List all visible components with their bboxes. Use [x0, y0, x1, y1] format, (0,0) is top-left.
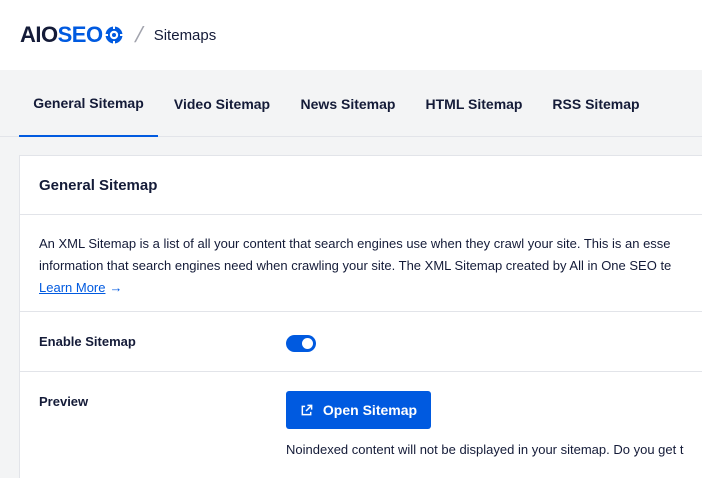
logo-suffix: SEO — [57, 22, 103, 47]
tab-rss-sitemap[interactable]: RSS Sitemap — [546, 70, 646, 137]
enable-sitemap-row: Enable Sitemap — [20, 311, 702, 371]
external-link-icon — [301, 404, 313, 415]
arrow-right-icon[interactable]: → — [109, 280, 122, 295]
open-sitemap-label: Open Sitemap — [322, 402, 418, 418]
sitemap-description: An XML Sitemap is a list of all your con… — [20, 215, 702, 299]
description-line-2: information that search engines need whe… — [39, 258, 672, 273]
top-header: AIO SEO / Sitemaps — [0, 0, 702, 70]
preview-label: Preview — [39, 394, 89, 409]
breadcrumb-sitemaps[interactable]: Sitemaps — [154, 27, 217, 44]
description-line-1: An XML Sitemap is a list of all your con… — [39, 236, 671, 251]
card-title: General Sitemap — [20, 156, 702, 215]
toggle-knob — [302, 338, 313, 349]
sitemap-tabs: General Sitemap Video Sitemap News Sitem… — [0, 70, 702, 137]
aioseo-logo[interactable]: AIO SEO — [20, 22, 124, 48]
tab-news-sitemap[interactable]: News Sitemap — [294, 70, 402, 137]
logo-prefix: AIO — [20, 22, 58, 47]
tab-html-sitemap[interactable]: HTML Sitemap — [418, 70, 530, 137]
enable-sitemap-label: Enable Sitemap — [39, 334, 136, 349]
tab-video-sitemap[interactable]: Video Sitemap — [166, 70, 278, 137]
enable-sitemap-toggle[interactable] — [286, 335, 316, 352]
general-sitemap-card: General Sitemap An XML Sitemap is a list… — [19, 155, 702, 478]
tab-general-sitemap[interactable]: General Sitemap — [19, 70, 158, 137]
open-sitemap-button[interactable]: Open Sitemap — [286, 391, 431, 429]
preview-row: Preview Open Sitemap Noindexed content w… — [20, 371, 702, 478]
breadcrumb-separator: / — [132, 22, 146, 47]
gear-icon — [104, 26, 123, 44]
learn-more-link[interactable]: Learn More — [39, 280, 105, 295]
noindex-note: Noindexed content will not be displayed … — [286, 442, 684, 457]
